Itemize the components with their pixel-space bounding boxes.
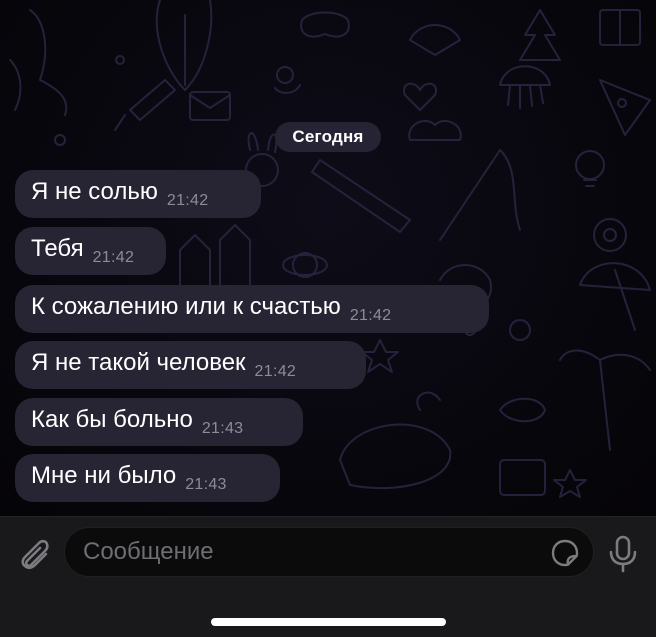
message-time: 21:42: [254, 363, 297, 380]
message-text: Я не такой человек: [31, 349, 246, 376]
message-text: Я не солью: [31, 178, 158, 205]
date-separator: Сегодня: [275, 122, 381, 152]
message-bubble[interactable]: К сожалению или к счастью 21:42: [15, 285, 489, 333]
microphone-icon[interactable]: [608, 535, 638, 573]
message-input[interactable]: Сообщение: [64, 527, 594, 577]
message-text: Тебя: [31, 235, 84, 262]
paperclip-icon[interactable]: [14, 533, 50, 573]
message-bubble[interactable]: Я не солью 21:42: [15, 170, 261, 218]
message-bubble[interactable]: Тебя 21:42: [15, 227, 166, 275]
message-list[interactable]: Сегодня Я не солью 21:42 Тебя 21:42 К со…: [0, 0, 656, 516]
home-indicator[interactable]: [211, 618, 446, 626]
message-time: 21:43: [185, 476, 227, 493]
message-time: 21:42: [349, 307, 392, 324]
message-time: 21:42: [166, 192, 209, 209]
message-time: 21:42: [92, 249, 135, 266]
message-text: Как бы больно: [31, 406, 193, 433]
message-text: К сожалению или к счастью: [31, 293, 341, 320]
sticker-icon[interactable]: [551, 539, 579, 567]
message-text: Мне ни было: [31, 462, 177, 489]
message-bubble[interactable]: Мне ни было 21:43: [15, 454, 280, 502]
chat-screen: Сегодня Я не солью 21:42 Тебя 21:42 К со…: [0, 0, 656, 637]
message-input-placeholder: Сообщение: [83, 538, 214, 565]
message-time: 21:43: [201, 420, 244, 437]
composer-bar: Сообщение: [0, 516, 656, 637]
message-bubble[interactable]: Как бы больно 21:43: [15, 398, 303, 446]
message-bubble[interactable]: Я не такой человек 21:42: [15, 341, 366, 389]
